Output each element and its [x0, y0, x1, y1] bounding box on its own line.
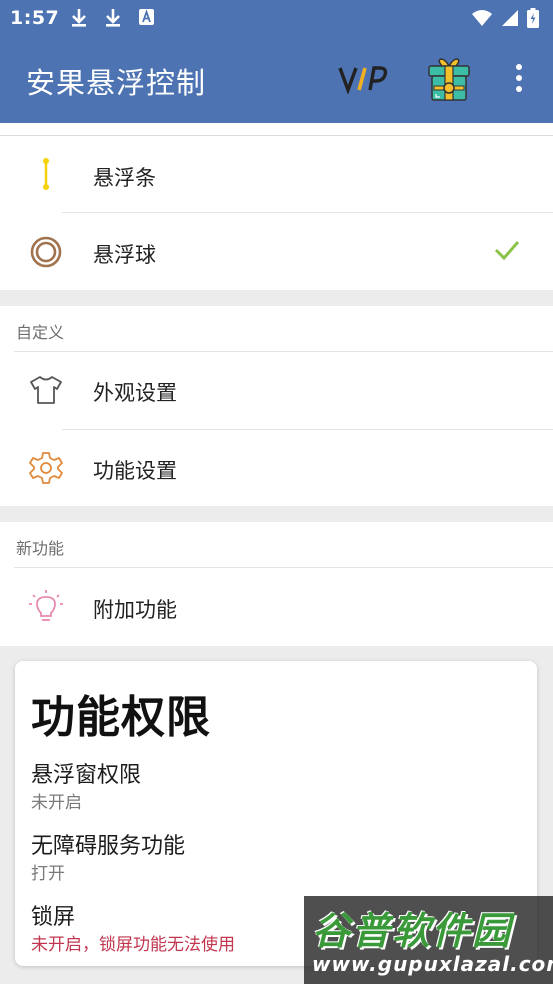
permissions-title: 功能权限: [31, 692, 211, 743]
check-icon: [493, 238, 521, 266]
lightbulb-icon: [28, 589, 64, 625]
watermark: 谷普软件园 www.gupuxlazal.com: [304, 896, 553, 984]
app-notification-icon: [138, 8, 155, 31]
function-settings-item[interactable]: 功能设置: [0, 430, 553, 507]
tshirt-icon: [28, 372, 64, 408]
watermark-title: 谷普软件园: [312, 909, 513, 953]
gear-icon: [28, 450, 64, 486]
vip-button[interactable]: [338, 64, 388, 98]
watermark-url: www.gupuxlazal.com: [312, 952, 553, 976]
extra-features-item[interactable]: 附加功能: [0, 569, 553, 646]
permission-status: 未开启: [31, 793, 82, 813]
divider: [14, 567, 553, 568]
download-icon: [104, 8, 122, 33]
download-icon: [70, 8, 88, 33]
permission-status-warning: 未开启，锁屏功能无法使用: [31, 935, 235, 955]
vip-icon: [338, 66, 388, 95]
permission-name: 锁屏: [31, 905, 76, 930]
style-item-label: 悬浮条: [93, 166, 156, 190]
wifi-icon: [471, 9, 493, 32]
more-options-icon[interactable]: [508, 64, 530, 96]
battery-charging-icon: [527, 8, 539, 33]
gift-button[interactable]: [427, 58, 471, 106]
gift-icon: [428, 58, 470, 101]
divider: [0, 135, 553, 136]
style-item-bar[interactable]: 悬浮条: [0, 137, 553, 214]
ring-icon: [28, 234, 64, 270]
status-icons: [471, 8, 539, 33]
new-features-card: 新功能 附加功能: [0, 522, 553, 646]
settings-item-label: 功能设置: [93, 459, 177, 483]
section-header: 新功能: [16, 539, 65, 558]
permission-name: 无障碍服务功能: [31, 834, 186, 859]
permission-name: 悬浮窗权限: [31, 763, 142, 788]
style-card: 悬浮条 悬浮球: [0, 123, 553, 290]
app-bar: 安果悬浮控制: [0, 36, 553, 123]
style-item-ball[interactable]: 悬浮球: [0, 214, 553, 291]
section-header: 自定义: [16, 323, 65, 342]
status-time: 1:57: [10, 7, 60, 29]
appearance-settings-item[interactable]: 外观设置: [0, 352, 553, 429]
style-item-label: 悬浮球: [93, 243, 156, 267]
permission-status: 打开: [31, 864, 65, 884]
custom-card: 自定义 外观设置 功能设置: [0, 306, 553, 506]
settings-item-label: 外观设置: [93, 381, 177, 405]
signal-icon: [501, 9, 519, 32]
feature-item-label: 附加功能: [93, 598, 177, 622]
app-title: 安果悬浮控制: [26, 66, 207, 100]
status-bar: 1:57: [0, 0, 553, 36]
divider: [62, 212, 553, 213]
line-icon: [28, 157, 64, 193]
